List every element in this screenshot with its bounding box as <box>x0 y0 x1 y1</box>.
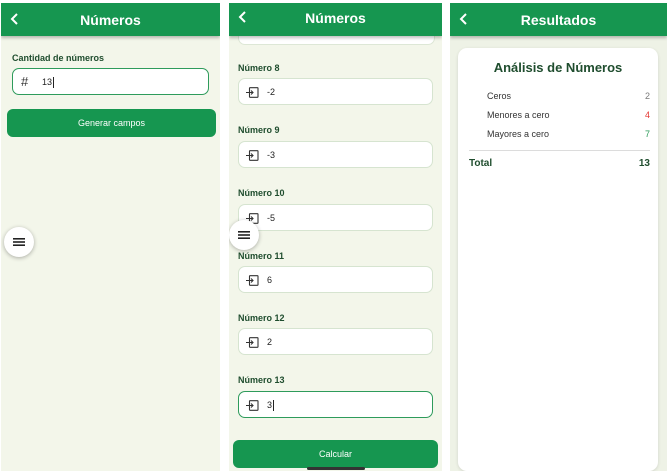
field-label: Número 10 <box>238 188 285 198</box>
menu-icon <box>238 231 250 239</box>
menu-button[interactable] <box>4 227 34 257</box>
generate-fields-button[interactable]: Generar campos <box>7 109 216 137</box>
total-label: Total <box>469 158 493 169</box>
screen-numbers-input: Números Cantidad de números # 13 Generar… <box>1 3 220 471</box>
hash-icon: # <box>21 74 29 89</box>
result-row: Mayores a cero 7 <box>487 129 657 139</box>
result-value: 2 <box>644 91 650 101</box>
card-title: Análisis de Números <box>493 60 623 75</box>
field-label: Número 13 <box>238 375 285 385</box>
page-title: Resultados <box>520 12 597 28</box>
number-value: -5 <box>267 213 276 223</box>
text-caret <box>53 77 55 89</box>
number-value: -3 <box>267 150 276 160</box>
count-value: 13 <box>42 77 53 87</box>
app-bar: Números <box>229 3 442 36</box>
screen-results: Resultados Análisis de Números Ceros 2 M… <box>450 3 667 471</box>
input-icon <box>246 337 259 348</box>
input-icon <box>246 87 259 98</box>
page-title: Números <box>80 12 141 28</box>
result-value: 7 <box>644 129 650 139</box>
result-label: Mayores a cero <box>487 129 550 139</box>
result-label: Menores a cero <box>487 110 550 120</box>
result-value: 4 <box>644 110 650 120</box>
number-value: -2 <box>267 87 276 97</box>
number-value: 2 <box>267 337 273 347</box>
field-label: Número 8 <box>238 63 280 73</box>
number-input[interactable]: -5 <box>238 204 433 231</box>
number-value: 3 <box>267 400 273 410</box>
field-label: Número 9 <box>238 125 280 135</box>
menu-icon <box>13 238 25 246</box>
number-input[interactable]: -3 <box>238 141 433 168</box>
field-label: Número 11 <box>238 251 285 261</box>
count-label: Cantidad de números <box>12 53 105 63</box>
number-input[interactable]: 6 <box>238 266 433 293</box>
number-value: 6 <box>267 275 273 285</box>
count-input[interactable]: # 13 <box>12 68 209 95</box>
number-input[interactable]: -2 <box>238 78 433 105</box>
text-caret <box>273 400 275 412</box>
number-input[interactable]: 2 <box>238 328 433 355</box>
total-row: Total 13 <box>469 158 650 169</box>
page-title: Números <box>305 10 366 26</box>
result-row: Ceros 2 <box>487 91 657 101</box>
input-icon <box>246 275 259 286</box>
results-card: Análisis de Números Ceros 2 Menores a ce… <box>458 48 658 471</box>
result-label: Ceros <box>487 91 512 101</box>
app-bar: Resultados <box>450 3 667 36</box>
divider <box>469 150 650 151</box>
result-row: Menores a cero 4 <box>487 110 657 120</box>
number-input-active[interactable]: 3 <box>238 391 433 418</box>
previous-field-edge <box>238 36 435 45</box>
menu-button[interactable] <box>229 220 259 250</box>
total-value: 13 <box>638 158 650 169</box>
app-bar: Números <box>1 3 220 36</box>
screen-numbers-fields: Número 8 -2 Número 9 -3 Número 10 -5 Núm… <box>229 3 442 471</box>
input-icon <box>246 400 259 411</box>
calculate-button[interactable]: Calcular <box>233 440 438 468</box>
field-label: Número 12 <box>238 313 285 323</box>
home-indicator[interactable] <box>307 467 365 470</box>
input-icon <box>246 150 259 161</box>
